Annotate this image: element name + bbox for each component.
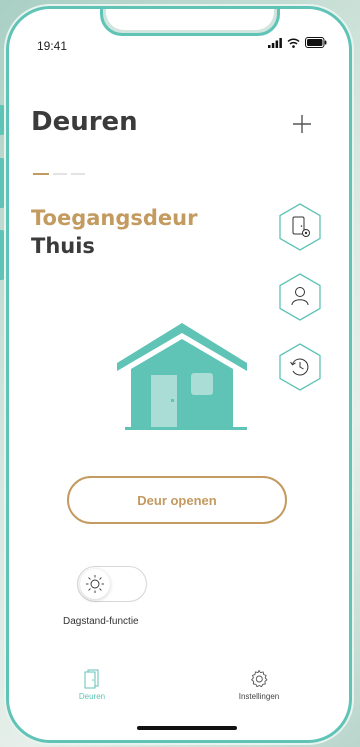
door-name: Toegangsdeur <box>31 206 198 230</box>
pager-dot[interactable] <box>33 173 49 175</box>
page-title: Deuren <box>31 107 138 137</box>
battery-icon <box>305 37 327 48</box>
side-button <box>0 105 5 135</box>
status-icons <box>268 37 327 48</box>
day-mode-label: Dagstand-functie <box>63 616 139 627</box>
day-mode-toggle[interactable] <box>77 566 147 602</box>
door-location: Thuis <box>31 234 95 258</box>
door-settings-button[interactable] <box>275 202 325 252</box>
tab-doors-label: Deuren <box>78 692 106 701</box>
tab-settings-label: Instellingen <box>238 692 280 701</box>
pager-dot[interactable] <box>53 173 67 175</box>
open-door-button[interactable]: Deur openen <box>67 476 287 524</box>
pager-indicator[interactable] <box>33 173 85 175</box>
signal-icon <box>268 37 282 48</box>
phone-frame: 19:41 Deuren Toegangsdeur Thuis Deur ope… <box>6 6 352 743</box>
gear-icon <box>251 670 268 688</box>
status-time: 19:41 <box>37 39 68 53</box>
tab-settings[interactable]: Instellingen <box>227 669 291 701</box>
wifi-icon <box>287 38 300 48</box>
doors-icon <box>84 669 99 689</box>
pager-dot[interactable] <box>71 173 85 175</box>
plus-icon[interactable] <box>291 113 313 135</box>
sun-icon <box>86 575 104 593</box>
users-button[interactable] <box>275 272 325 322</box>
home-indicator[interactable] <box>137 726 237 730</box>
house-illustration <box>117 323 247 430</box>
toggle-knob[interactable] <box>80 569 110 599</box>
notch <box>100 9 280 36</box>
history-button[interactable] <box>275 342 325 392</box>
side-button <box>0 230 5 280</box>
tab-doors[interactable]: Deuren <box>67 669 117 701</box>
side-button <box>0 158 5 208</box>
